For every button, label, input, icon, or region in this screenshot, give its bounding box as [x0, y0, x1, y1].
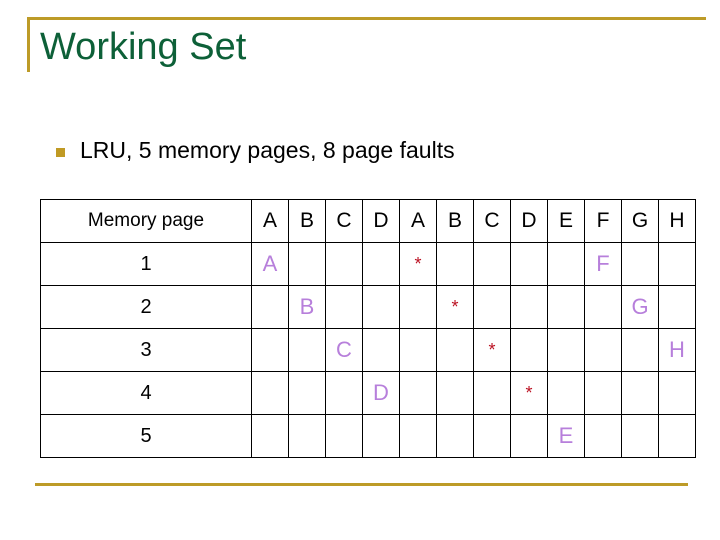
table-row: 4 D * [40, 371, 696, 415]
empty-cell [621, 242, 659, 286]
empty-cell [325, 242, 363, 286]
table-header-row: Memory page A B C D A B C D E F G H [40, 199, 696, 243]
empty-cell [325, 414, 363, 458]
row-label-header: Memory page [40, 199, 252, 243]
resident-page-cell: E [547, 414, 585, 458]
reference-string-cell: D [510, 199, 548, 243]
resident-page-cell: C [325, 328, 363, 372]
bullet-list-item: LRU, 5 memory pages, 8 page faults [56, 136, 455, 164]
empty-cell [288, 414, 326, 458]
title-accent-rule-top [27, 17, 706, 20]
empty-cell [473, 414, 511, 458]
empty-cell [547, 285, 585, 329]
page-fault-marker: * [436, 285, 474, 329]
empty-cell [473, 242, 511, 286]
empty-cell [436, 414, 474, 458]
reference-string-cell: B [436, 199, 474, 243]
resident-page-cell: A [251, 242, 289, 286]
empty-cell [362, 414, 400, 458]
empty-cell [621, 328, 659, 372]
empty-cell [658, 371, 696, 415]
empty-cell [251, 285, 289, 329]
table-row: 1 A * F [40, 242, 696, 286]
empty-cell [473, 285, 511, 329]
empty-cell [399, 414, 437, 458]
resident-page-cell: H [658, 328, 696, 372]
empty-cell [584, 414, 622, 458]
empty-cell [325, 285, 363, 329]
empty-cell [399, 328, 437, 372]
page-title: Working Set [40, 26, 247, 68]
empty-cell [658, 242, 696, 286]
empty-cell [547, 371, 585, 415]
empty-cell [621, 371, 659, 415]
resident-page-cell: D [362, 371, 400, 415]
empty-cell [436, 371, 474, 415]
frame-number-cell: 4 [40, 371, 252, 415]
empty-cell [547, 242, 585, 286]
empty-cell [288, 371, 326, 415]
frame-number-cell: 1 [40, 242, 252, 286]
empty-cell [510, 328, 548, 372]
reference-string-cell: B [288, 199, 326, 243]
table-row: 2 B * G [40, 285, 696, 329]
bullet-item-label: LRU, 5 memory pages, 8 page faults [80, 137, 455, 163]
empty-cell [658, 285, 696, 329]
page-fault-marker: * [473, 328, 511, 372]
reference-string-cell: C [473, 199, 511, 243]
empty-cell [584, 371, 622, 415]
reference-string-cell: D [362, 199, 400, 243]
empty-cell [436, 328, 474, 372]
reference-string-cell: A [399, 199, 437, 243]
empty-cell [251, 371, 289, 415]
title-accent-rule-left [27, 17, 30, 72]
reference-string-cell: A [251, 199, 289, 243]
table-row: 3 C * H [40, 328, 696, 372]
empty-cell [362, 242, 400, 286]
empty-cell [473, 371, 511, 415]
empty-cell [288, 242, 326, 286]
resident-page-cell: G [621, 285, 659, 329]
reference-string-cell: H [658, 199, 696, 243]
empty-cell [510, 242, 548, 286]
table-row: 5E [40, 414, 696, 458]
empty-cell [621, 414, 659, 458]
empty-cell [399, 371, 437, 415]
working-set-table: Memory page A B C D A B C D E F G H 1 A * F 2 B * G 3 C * H 4 D * 5 E [40, 199, 696, 458]
empty-cell [362, 285, 400, 329]
empty-cell [510, 414, 548, 458]
reference-string-cell: F [584, 199, 622, 243]
empty-cell [584, 328, 622, 372]
empty-cell [325, 371, 363, 415]
empty-cell [436, 242, 474, 286]
reference-string-cell: C [325, 199, 363, 243]
frame-number-cell: 5 [40, 414, 252, 458]
page-fault-marker: * [510, 371, 548, 415]
empty-cell [399, 285, 437, 329]
empty-cell [362, 328, 400, 372]
empty-cell [251, 414, 289, 458]
empty-cell [584, 285, 622, 329]
reference-string-cell: E [547, 199, 585, 243]
empty-cell [288, 328, 326, 372]
empty-cell [251, 328, 289, 372]
reference-string-cell: G [621, 199, 659, 243]
frame-number-cell: 2 [40, 285, 252, 329]
empty-cell [658, 414, 696, 458]
footer-accent-rule [35, 483, 688, 486]
frame-number-cell: 3 [40, 328, 252, 372]
square-bullet-icon [56, 147, 65, 157]
page-fault-marker: * [399, 242, 437, 286]
empty-cell [547, 328, 585, 372]
empty-cell [510, 285, 548, 329]
resident-page-cell: F [584, 242, 622, 286]
resident-page-cell: B [288, 285, 326, 329]
